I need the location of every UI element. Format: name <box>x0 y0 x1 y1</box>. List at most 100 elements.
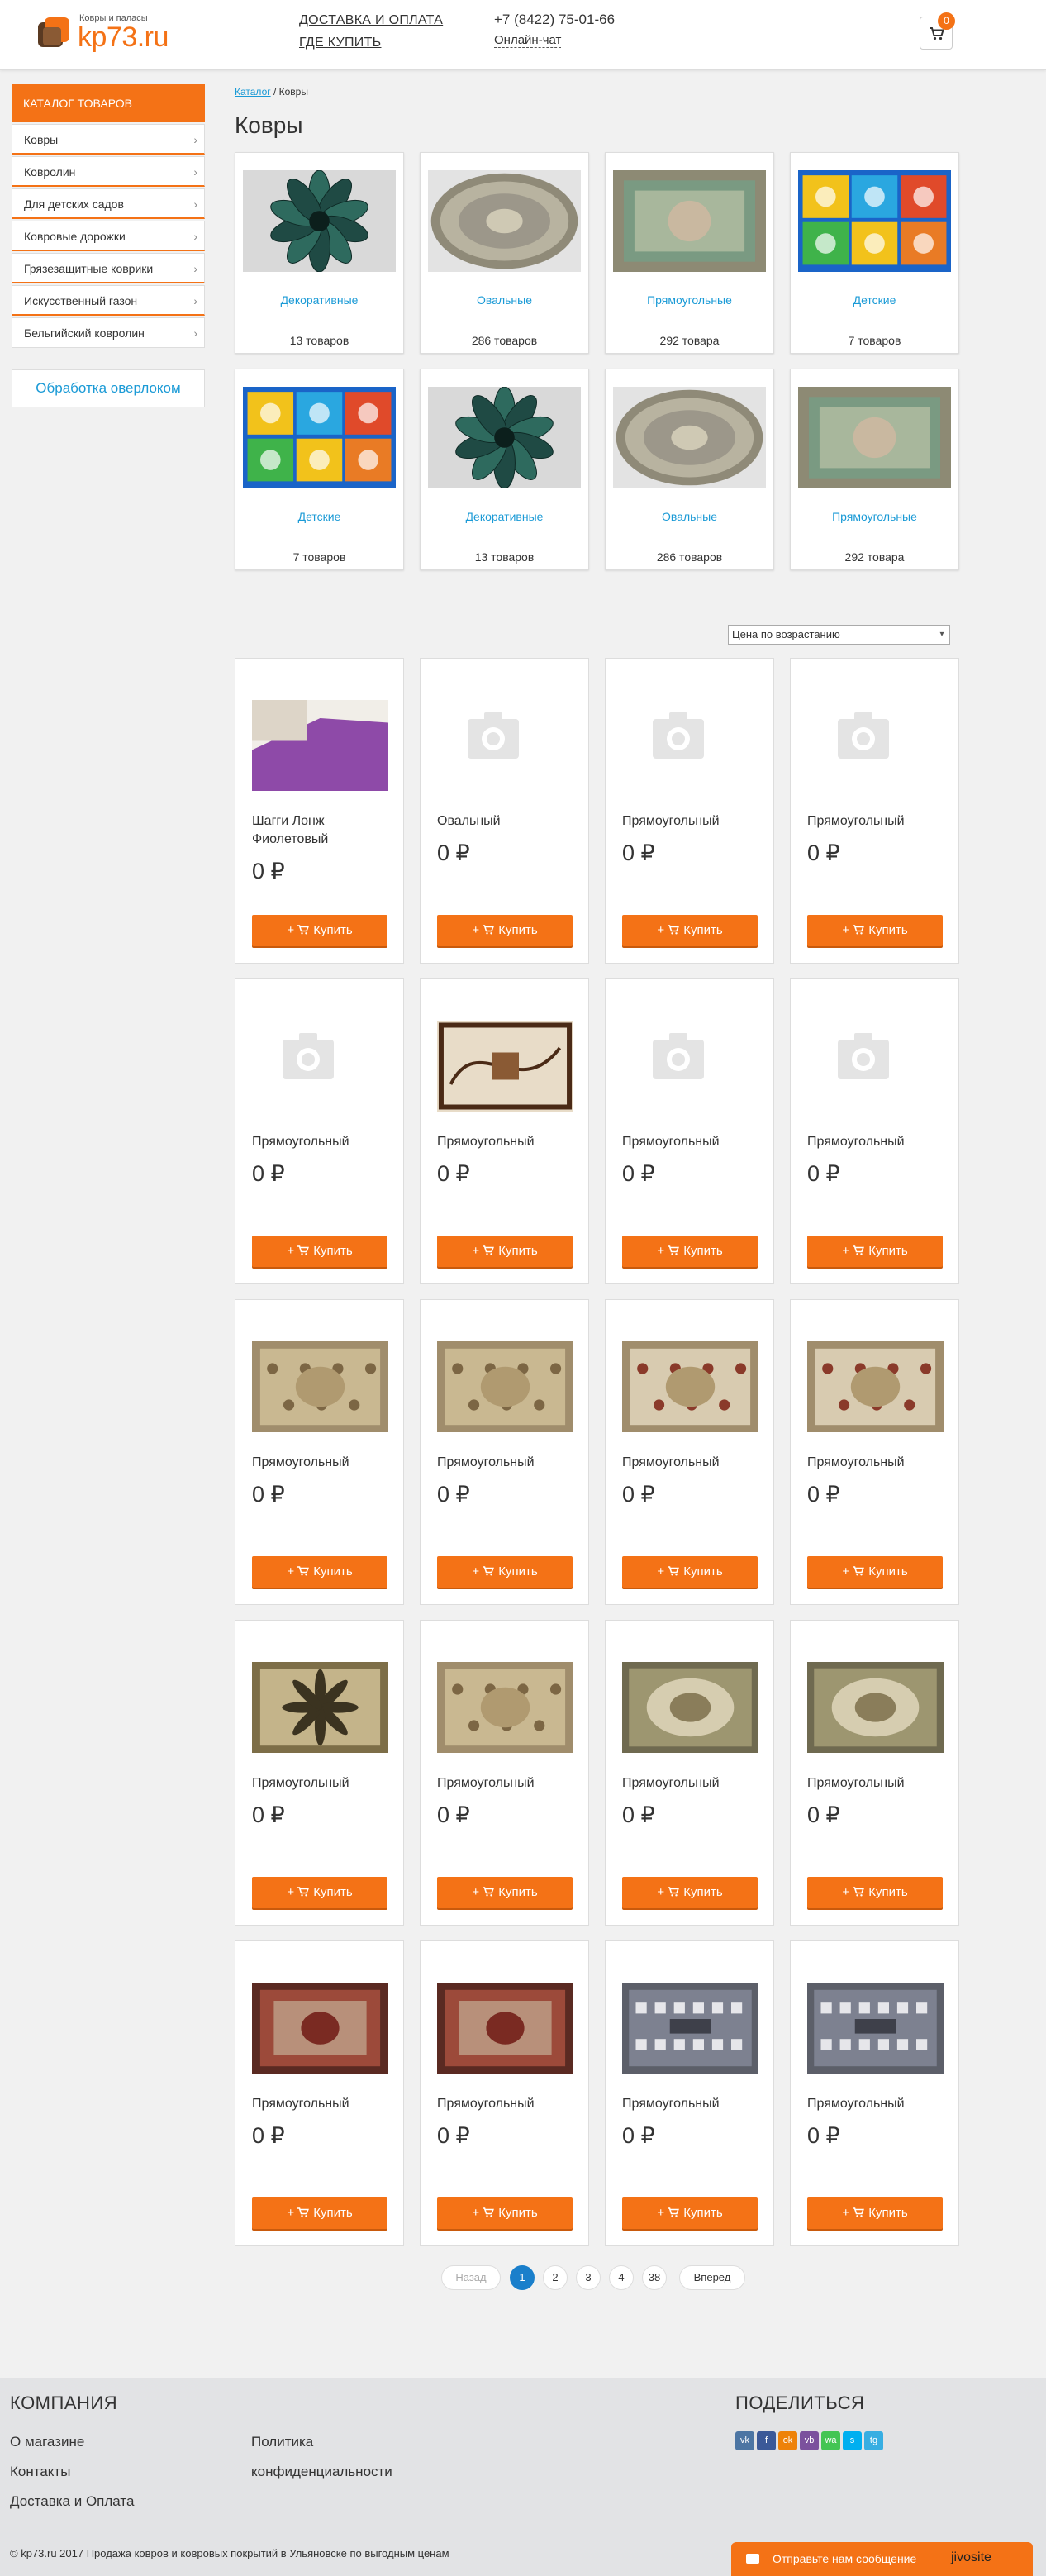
buy-button[interactable]: + Купить <box>807 2197 943 2229</box>
product-name[interactable]: Прямоугольный <box>807 1774 948 1793</box>
breadcrumb-catalog-link[interactable]: Каталог <box>235 86 271 98</box>
subcategory-name[interactable]: Овальные <box>606 510 773 523</box>
product-card[interactable]: Овальный 0 ₽ + Купить <box>420 658 589 964</box>
buy-button[interactable]: + Купить <box>252 2197 387 2229</box>
subcategory-card[interactable]: Детские 7 товаров <box>235 369 404 570</box>
product-name[interactable]: Прямоугольный <box>437 1454 578 1472</box>
product-card[interactable]: Прямоугольный 0 ₽ + Купить <box>420 1299 589 1605</box>
product-name[interactable]: Прямоугольный <box>437 1133 578 1151</box>
share-ok-icon[interactable]: ok <box>778 2431 797 2450</box>
buy-button[interactable]: + Купить <box>252 1556 387 1588</box>
pagination-prev[interactable]: Назад <box>441 2265 501 2290</box>
subcategory-card[interactable]: Детские 7 товаров <box>790 152 959 354</box>
product-card[interactable]: Прямоугольный 0 ₽ + Купить <box>235 1940 404 2246</box>
product-name[interactable]: Прямоугольный <box>252 1774 392 1793</box>
where-to-buy-link[interactable]: ГДЕ КУПИТЬ <box>299 36 381 50</box>
sidebar-item-3[interactable]: Ковровые дорожки › <box>12 221 205 251</box>
product-card[interactable]: Прямоугольный 0 ₽ + Купить <box>235 978 404 1284</box>
product-name[interactable]: Прямоугольный <box>252 1133 392 1151</box>
subcategory-card[interactable]: Декоративные 13 товаров <box>420 369 589 570</box>
subcategory-card[interactable]: Овальные 286 товаров <box>420 152 589 354</box>
subcategory-card[interactable]: Декоративные 13 товаров <box>235 152 404 354</box>
subcategory-name[interactable]: Детские <box>791 293 958 307</box>
jivosite-chat-widget[interactable]: Отправьте нам сообщение jivosite <box>731 2542 1033 2576</box>
buy-button[interactable]: + Купить <box>622 2197 758 2229</box>
product-card[interactable]: Прямоугольный 0 ₽ + Купить <box>420 978 589 1284</box>
buy-button[interactable]: + Купить <box>437 1556 573 1588</box>
product-name[interactable]: Прямоугольный <box>622 2095 763 2113</box>
product-card[interactable]: Прямоугольный 0 ₽ + Купить <box>235 1299 404 1605</box>
pagination-next[interactable]: Вперед <box>679 2265 745 2290</box>
product-card[interactable]: Прямоугольный 0 ₽ + Купить <box>420 1940 589 2246</box>
product-card[interactable]: Прямоугольный 0 ₽ + Купить <box>605 1620 774 1926</box>
footer-link-policy[interactable]: Политика <box>251 2434 313 2450</box>
buy-button[interactable]: + Купить <box>622 1236 758 1267</box>
sidebar-item-5[interactable]: Искусственный газон › <box>12 285 205 316</box>
buy-button[interactable]: + Купить <box>252 1877 387 1908</box>
share-vb-icon[interactable]: vb <box>800 2431 819 2450</box>
product-name[interactable]: Прямоугольный <box>622 1454 763 1472</box>
pagination-page-38[interactable]: 38 <box>642 2265 667 2290</box>
subcategory-name[interactable]: Прямоугольные <box>791 510 958 523</box>
sidebar-item-2[interactable]: Для детских садов › <box>12 188 205 219</box>
product-card[interactable]: Прямоугольный 0 ₽ + Купить <box>235 1620 404 1926</box>
product-name[interactable]: Прямоугольный <box>807 1133 948 1151</box>
buy-button[interactable]: + Купить <box>622 915 758 946</box>
buy-button[interactable]: + Купить <box>807 1556 943 1588</box>
subcategory-name[interactable]: Декоративные <box>235 293 403 307</box>
product-name[interactable]: Прямоугольный <box>252 1454 392 1472</box>
product-card[interactable]: Прямоугольный 0 ₽ + Купить <box>790 1940 959 2246</box>
sort-select[interactable]: Цена по возрастанию ▾ <box>728 625 950 645</box>
buy-button[interactable]: + Купить <box>622 1556 758 1588</box>
pagination-page-2[interactable]: 2 <box>543 2265 568 2290</box>
sidebar-item-1[interactable]: Ковролин › <box>12 156 205 187</box>
buy-button[interactable]: + Купить <box>252 1236 387 1267</box>
sidebar-item-4[interactable]: Грязезащитные коврики › <box>12 253 205 283</box>
product-name[interactable]: Прямоугольный <box>807 812 948 831</box>
buy-button[interactable]: + Купить <box>437 915 573 946</box>
subcategory-name[interactable]: Детские <box>235 510 403 523</box>
subcategory-name[interactable]: Овальные <box>421 293 588 307</box>
pagination-page-4[interactable]: 4 <box>609 2265 634 2290</box>
buy-button[interactable]: + Купить <box>622 1877 758 1908</box>
product-name[interactable]: Прямоугольный <box>437 2095 578 2113</box>
buy-button[interactable]: + Купить <box>437 2197 573 2229</box>
product-name[interactable]: Овальный <box>437 812 578 831</box>
buy-button[interactable]: + Купить <box>807 1236 943 1267</box>
footer-link-contacts[interactable]: Контакты <box>10 2464 70 2480</box>
product-name[interactable]: Прямоугольный <box>622 812 763 831</box>
product-name[interactable]: Прямоугольный <box>437 1774 578 1793</box>
product-card[interactable]: Прямоугольный 0 ₽ + Купить <box>420 1620 589 1926</box>
buy-button[interactable]: + Купить <box>807 1877 943 1908</box>
sidebar-item-0[interactable]: Ковры › <box>12 124 205 155</box>
product-card[interactable]: Шагги Лонж Фиолетовый 0 ₽ + Купить <box>235 658 404 964</box>
footer-link-privacy[interactable]: конфиденциальности <box>251 2464 392 2480</box>
product-card[interactable]: Прямоугольный 0 ₽ + Купить <box>605 1940 774 2246</box>
share-vk-icon[interactable]: vk <box>735 2431 754 2450</box>
buy-button[interactable]: + Купить <box>807 915 943 946</box>
subcategory-name[interactable]: Прямоугольные <box>606 293 773 307</box>
product-card[interactable]: Прямоугольный 0 ₽ + Купить <box>605 1299 774 1605</box>
product-name[interactable]: Прямоугольный <box>807 2095 948 2113</box>
share-tg-icon[interactable]: tg <box>864 2431 883 2450</box>
product-name[interactable]: Прямоугольный <box>252 2095 392 2113</box>
overlock-button[interactable]: Обработка оверлоком <box>12 369 205 407</box>
product-card[interactable]: Прямоугольный 0 ₽ + Купить <box>790 1299 959 1605</box>
footer-link-delivery[interactable]: Доставка и Оплата <box>10 2493 134 2510</box>
buy-button[interactable]: + Купить <box>252 915 387 946</box>
share-s-icon[interactable]: s <box>843 2431 862 2450</box>
product-card[interactable]: Прямоугольный 0 ₽ + Купить <box>605 658 774 964</box>
subcategory-card[interactable]: Прямоугольные 292 товара <box>790 369 959 570</box>
pagination-page-3[interactable]: 3 <box>576 2265 601 2290</box>
pagination-page-1[interactable]: 1 <box>510 2265 535 2290</box>
share-f-icon[interactable]: f <box>757 2431 776 2450</box>
subcategory-card[interactable]: Овальные 286 товаров <box>605 369 774 570</box>
delivery-link[interactable]: ДОСТАВКА И ОПЛАТА <box>299 13 443 28</box>
subcategory-card[interactable]: Прямоугольные 292 товара <box>605 152 774 354</box>
product-name[interactable]: Шагги Лонж Фиолетовый <box>252 812 392 849</box>
site-logo[interactable]: Ковры и паласы kp73.ru <box>36 13 185 55</box>
product-name[interactable]: Прямоугольный <box>807 1454 948 1472</box>
product-card[interactable]: Прямоугольный 0 ₽ + Купить <box>790 1620 959 1926</box>
footer-link-about[interactable]: О магазине <box>10 2434 84 2450</box>
product-card[interactable]: Прямоугольный 0 ₽ + Купить <box>790 658 959 964</box>
